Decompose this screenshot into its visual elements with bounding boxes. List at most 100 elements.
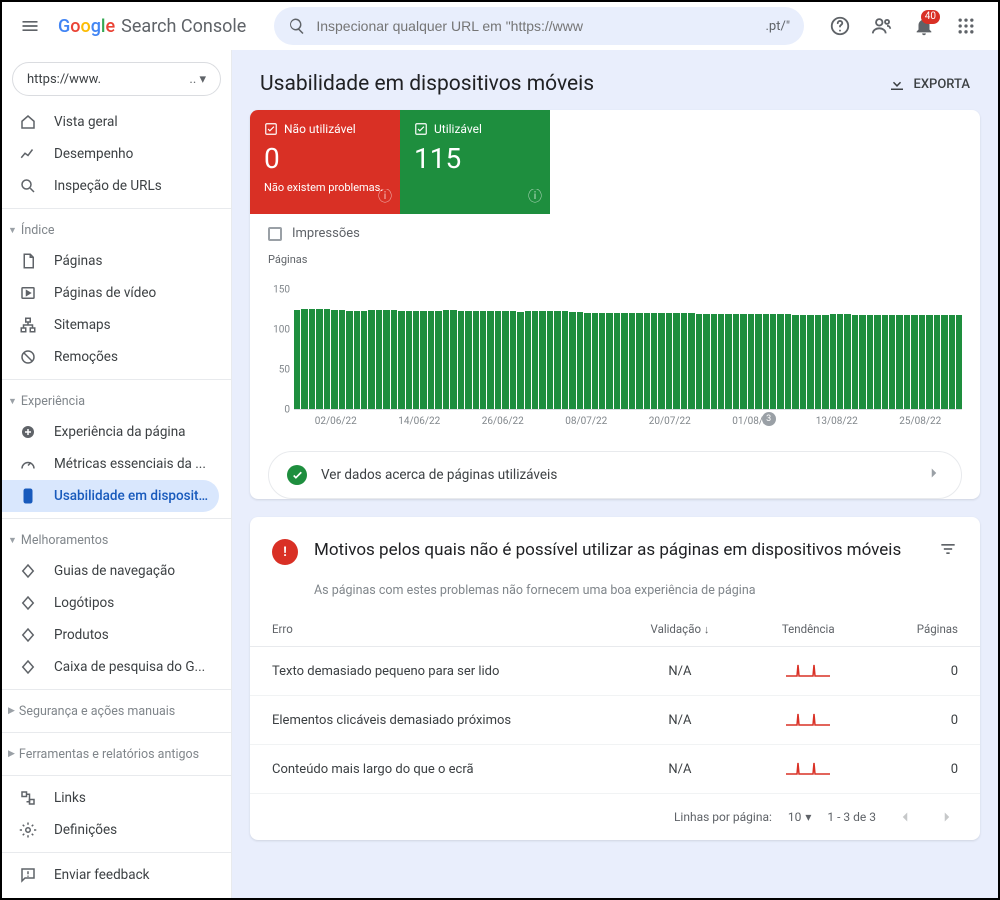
search-icon — [288, 17, 306, 35]
sidebar-item[interactable]: Usabilidade em dispositi... — [2, 480, 219, 512]
property-label: https://www. — [27, 72, 101, 87]
filter-icon[interactable] — [938, 539, 958, 565]
col-trend[interactable]: Tendência — [746, 612, 870, 647]
sidebar-item[interactable]: Links — [2, 782, 219, 814]
sidebar-item-label: Páginas — [54, 253, 209, 269]
sidebar-item[interactable]: Remoções — [2, 341, 219, 373]
view-usable-pages[interactable]: Ver dados acerca de páginas utilizáveis — [268, 451, 962, 499]
help-icon[interactable] — [822, 8, 858, 44]
table-pagination: Linhas por página: 10 ▾ 1 - 3 de 3 — [250, 794, 980, 840]
sidebar-item[interactable]: Sitemaps — [2, 309, 219, 341]
sidebar-item-label: Páginas de vídeo — [54, 285, 209, 301]
sidebar-item-label: Definições — [54, 822, 209, 838]
gear-icon — [18, 821, 38, 839]
speed-icon — [18, 455, 38, 473]
video-icon — [18, 284, 38, 302]
tile-not-usable[interactable]: Não utilizável 0 Não existem problemas. … — [250, 110, 400, 214]
download-icon — [888, 75, 906, 93]
sidebar-item[interactable]: Métricas essenciais da ... — [2, 448, 219, 480]
col-validation[interactable]: Validação ↓ — [614, 612, 746, 647]
product-logo[interactable]: Google Search Console — [58, 16, 246, 37]
home-icon — [18, 113, 38, 131]
menu-icon[interactable] — [10, 6, 50, 46]
tile-usable-count: 115 — [414, 142, 536, 175]
checkbox-icon — [414, 122, 428, 136]
chevron-down-icon: ▾ — [805, 810, 811, 824]
sidebar-item-label: Produtos — [54, 627, 209, 643]
sidebar-item[interactable]: Logótipos — [2, 587, 219, 619]
product-name: Search Console — [121, 16, 246, 37]
table-row[interactable]: Texto demasiado pequeno para ser lidoN/A… — [250, 647, 980, 696]
sidebar-item[interactable]: Experiência da página — [2, 416, 219, 448]
diamond-icon — [18, 594, 38, 612]
sidebar-item-label: Experiência da página — [54, 424, 209, 440]
group-melhoramentos[interactable]: ▼Melhoramentos — [2, 525, 231, 555]
sidebar-item-label: Inspeção de URLs — [54, 178, 209, 194]
info-icon[interactable]: ⓘ — [378, 186, 392, 206]
info-icon[interactable]: ⓘ — [528, 186, 542, 206]
notifications-icon[interactable]: 40 — [906, 8, 942, 44]
group-seguranca[interactable]: ▶Segurança e ações manuais — [2, 696, 231, 726]
property-selector[interactable]: https://www. .. ▾ — [12, 62, 221, 96]
checkbox-icon — [268, 227, 282, 241]
sidebar-item[interactable]: Desempenho — [2, 138, 219, 170]
check-icon — [287, 465, 307, 485]
col-pages[interactable]: Páginas — [870, 612, 980, 647]
issues-table: Erro Validação ↓ Tendência Páginas Texto… — [250, 612, 980, 794]
trend-icon — [18, 145, 38, 163]
summary-card: Não utilizável 0 Não existem problemas. … — [250, 110, 980, 499]
chevron-right-icon — [925, 464, 943, 486]
export-button[interactable]: EXPORTA — [888, 75, 971, 93]
rows-per-page[interactable]: 10 ▾ — [788, 810, 812, 824]
sidebar-item-label: Desempenho — [54, 146, 209, 162]
search-icon — [18, 177, 38, 195]
mobile-icon — [18, 487, 38, 505]
sidebar-feedback[interactable]: Enviar feedback — [2, 859, 219, 891]
tile-usable[interactable]: Utilizável 115 ⓘ — [400, 110, 550, 214]
sidebar-item[interactable]: Guias de navegação — [2, 555, 219, 587]
sidebar-item[interactable]: Definições — [2, 814, 219, 846]
sidebar-item[interactable]: Páginas de vídeo — [2, 277, 219, 309]
pages-chart: Páginas 150100500 3 02/06/2214/06/2226/0… — [250, 253, 980, 439]
trend-sparkline — [746, 647, 870, 696]
chart-bars — [294, 290, 962, 410]
notification-badge: 40 — [921, 10, 940, 24]
group-experiencia[interactable]: ▼Experiência — [2, 386, 231, 416]
trend-sparkline — [746, 745, 870, 794]
next-page[interactable] — [934, 804, 960, 830]
prev-page[interactable] — [892, 804, 918, 830]
trend-sparkline — [746, 696, 870, 745]
url-inspect-search[interactable]: .pt/" — [274, 7, 804, 45]
property-suffix: .. ▾ — [189, 72, 206, 87]
impressions-toggle[interactable]: Impressões — [250, 214, 980, 253]
users-icon[interactable] — [864, 8, 900, 44]
links-icon — [18, 789, 38, 807]
table-row[interactable]: Elementos clicáveis demasiado próximosN/… — [250, 696, 980, 745]
sidebar-item[interactable]: Produtos — [2, 619, 219, 651]
sidebar-item-label: Caixa de pesquisa do G... — [54, 659, 209, 675]
page-range: 1 - 3 de 3 — [827, 810, 876, 824]
chart-marker[interactable]: 3 — [762, 412, 776, 426]
issues-title: Motivos pelos quais não é possível utili… — [314, 539, 922, 562]
sidebar-item[interactable]: Caixa de pesquisa do G... — [2, 651, 219, 683]
col-error[interactable]: Erro — [250, 612, 614, 647]
group-indice[interactable]: ▼Índice — [2, 215, 231, 245]
group-ferramentas[interactable]: ▶Ferramentas e relatórios antigos — [2, 739, 231, 769]
sidebar-item-label: Remoções — [54, 349, 209, 365]
page-icon — [18, 252, 38, 270]
diamond-icon — [18, 626, 38, 644]
diamond-icon — [18, 658, 38, 676]
table-row[interactable]: Conteúdo mais largo do que o ecrãN/A0 — [250, 745, 980, 794]
sidebar-item-label: Métricas essenciais da ... — [54, 456, 209, 472]
sidebar-item-label: Usabilidade em dispositi... — [54, 488, 209, 504]
sitemap-icon — [18, 316, 38, 334]
sidebar-item[interactable]: Vista geral — [2, 106, 219, 138]
sidebar-item[interactable]: Inspeção de URLs — [2, 170, 219, 202]
sidebar-item-label: Logótipos — [54, 595, 209, 611]
checkbox-icon — [264, 122, 278, 136]
url-inspect-input[interactable] — [316, 18, 755, 34]
sidebar-item-label: Sitemaps — [54, 317, 209, 333]
sidebar-item[interactable]: Páginas — [2, 245, 219, 277]
apps-icon[interactable] — [948, 8, 984, 44]
tile-not-usable-count: 0 — [264, 142, 386, 175]
